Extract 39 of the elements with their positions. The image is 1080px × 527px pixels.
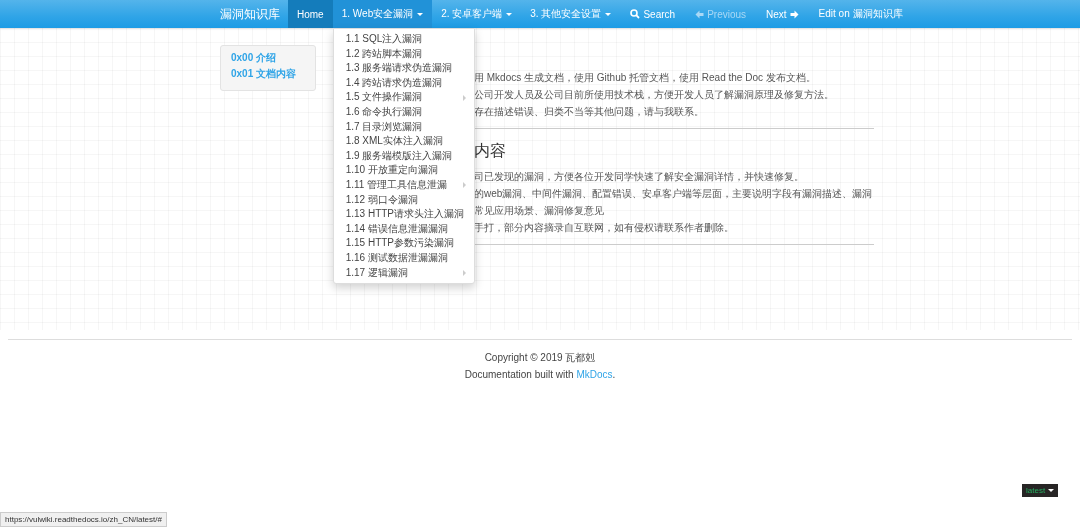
paragraph: 用 Mkdocs 生成文档，使用 Github 托管文档，使用 Read the Doc 发布文档。 [474, 71, 817, 85]
caret-icon [506, 12, 513, 16]
menu-item[interactable]: 1.12 弱口令漏洞 [333, 192, 474, 208]
arrow-right-icon [789, 9, 799, 19]
caret-icon [417, 12, 424, 16]
menu-item[interactable]: 1.17 逻辑漏洞 [333, 265, 474, 281]
submenu-arrow-icon [462, 94, 466, 101]
menu-item[interactable]: 1.4 跨站请求伪造漏洞 [333, 75, 474, 91]
paragraph: 公司开发人员及公司目前所使用技术栈，方便开发人员了解漏洞原理及修复方法。 [474, 88, 835, 102]
menu-item[interactable]: 1.8 XML实体注入漏洞 [333, 134, 474, 149]
caret-icon [605, 12, 612, 16]
section-heading: 内容 [474, 141, 507, 161]
menu-item[interactable]: 1.5 文件操作漏洞 [333, 90, 474, 105]
menu-item[interactable]: 1.1 SQL注入漏洞 [333, 32, 474, 47]
footer-text: Documentation built with MkDocs. [464, 369, 616, 380]
version-selector[interactable]: latest [1022, 484, 1059, 497]
menu-item[interactable]: 1.15 HTTP参数污染漏洞 [333, 236, 474, 251]
paragraph: 的web漏洞、中间件漏洞、配置错误、安卓客户端等层面，主要说明字段有漏洞描述、漏洞常见应用场景、漏洞修复意见 [474, 187, 874, 218]
status-url: https://vulwiki.readthedocs.io/zh_CN/latest/# [0, 512, 167, 527]
menu-item[interactable]: 1.3 服务端请求伪造漏洞 [333, 61, 474, 76]
menu-item[interactable]: 1.10 开放重定向漏洞 [333, 163, 474, 178]
arrow-left-icon [695, 9, 705, 19]
menu-item[interactable]: 1.6 命令执行漏洞 [333, 104, 474, 120]
nav-link[interactable]: Home [288, 0, 333, 28]
paragraph: 司已发现的漏洞，方便各位开发同学快速了解安全漏洞详情，并快速修复。 [474, 170, 805, 184]
menu-item[interactable]: 1.9 服务端模版注入漏洞 [333, 148, 474, 164]
paragraph: 存在描述错误、归类不当等其他问题，请与我联系。 [474, 105, 705, 119]
menu-item[interactable]: 1.13 HTTP请求头注入漏洞 [333, 207, 474, 222]
caret-icon [1048, 489, 1055, 492]
paragraph: 手打，部分内容摘录自互联网，如有侵权请联系作者删除。 [474, 221, 735, 235]
menu-item[interactable]: 1.14 错误信息泄漏漏洞 [333, 221, 474, 237]
submenu-arrow-icon [462, 269, 466, 276]
menu-item[interactable]: 1.2 跨站脚本漏洞 [333, 46, 474, 62]
menu-item[interactable]: 1.11 管理工具信息泄漏 [333, 177, 474, 193]
menu-item[interactable]: 1.16 测试数据泄漏漏洞 [333, 250, 474, 266]
submenu-arrow-icon [462, 182, 466, 189]
menu-item[interactable]: 1.7 目录浏览漏洞 [333, 119, 474, 135]
copyright-text: Copyright © 2019 瓦都剋 [484, 352, 596, 363]
search-icon [630, 9, 641, 19]
